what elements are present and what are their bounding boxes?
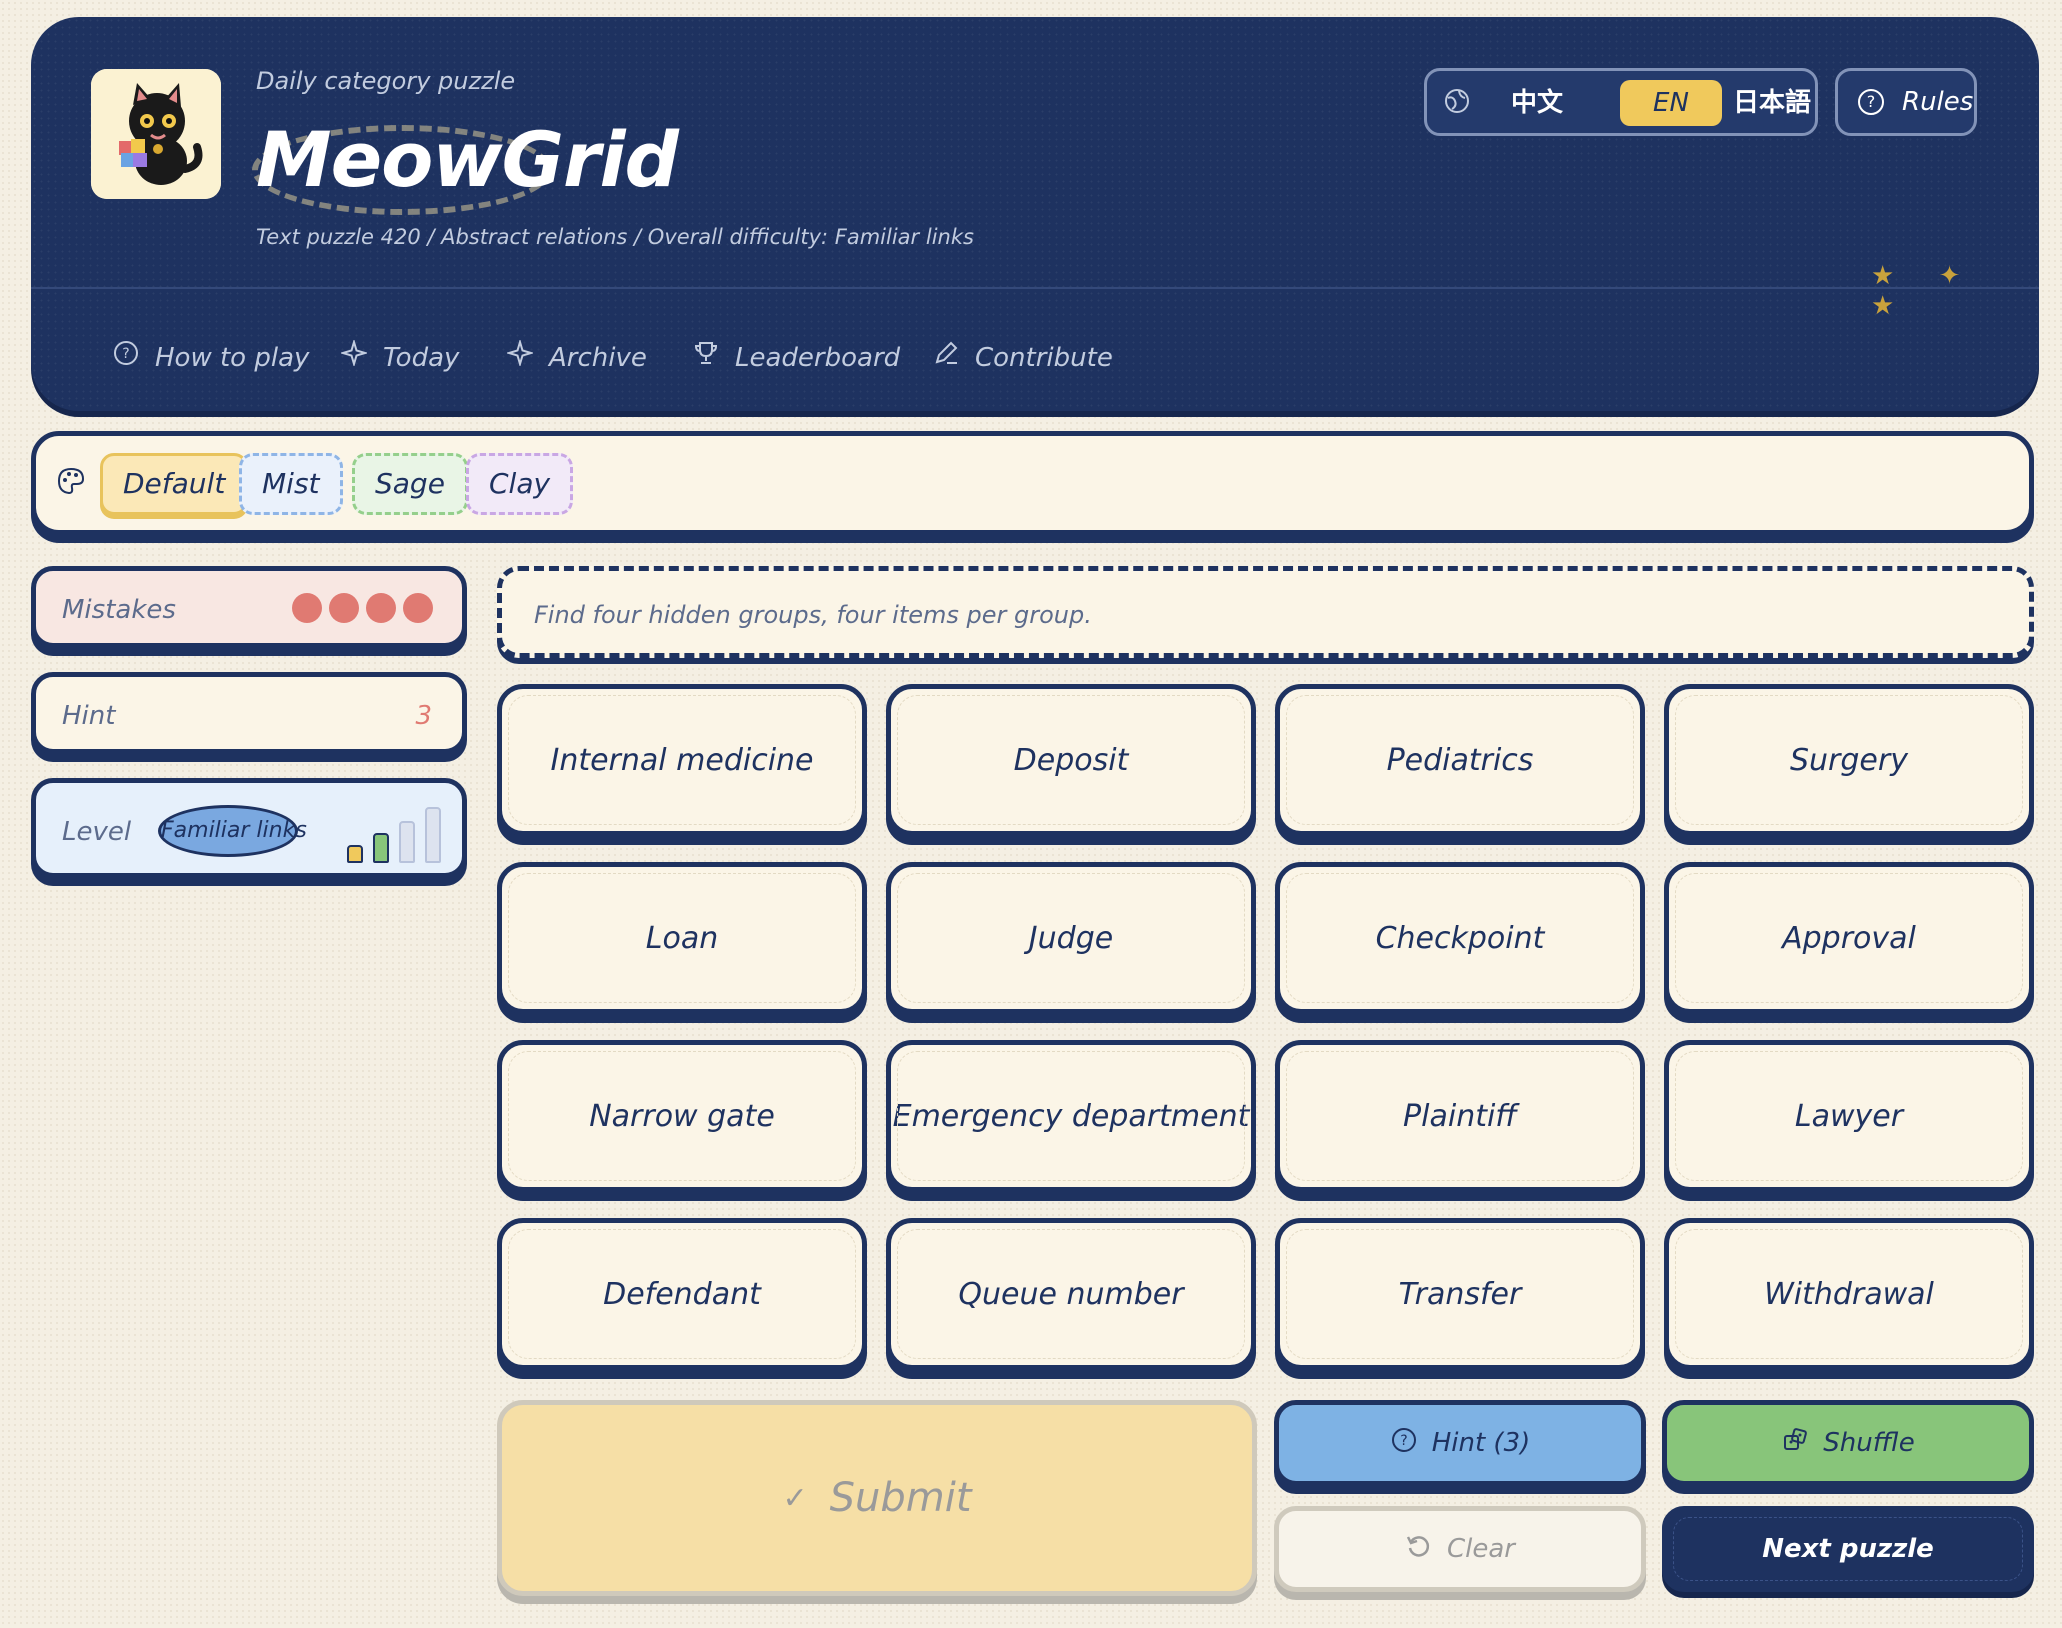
clear-button[interactable]: Clear	[1274, 1506, 1646, 1592]
brand-title: MeowGrid	[256, 115, 679, 204]
nav-today[interactable]: Today	[339, 335, 460, 381]
dice-icon	[1781, 1426, 1809, 1461]
nav-archive[interactable]: Archive	[505, 335, 647, 381]
word-grid: Internal medicine Deposit Pediatrics Sur…	[497, 684, 2034, 1374]
puzzle-subtitle: Text puzzle 420 / Abstract relations / O…	[256, 225, 974, 249]
nav-label: Archive	[549, 343, 647, 373]
cat-logo-icon	[91, 69, 221, 199]
app-header: Daily category puzzle MeowGrid Text puzz…	[31, 17, 2039, 411]
header-top: Daily category puzzle MeowGrid Text puzz…	[31, 17, 2039, 321]
difficulty-bar	[425, 807, 441, 863]
submit-button[interactable]: ✓ Submit	[497, 1400, 1257, 1596]
sparkle-icon	[505, 335, 537, 381]
trophy-icon	[693, 335, 723, 381]
difficulty-bar	[347, 845, 363, 863]
word-tile[interactable]: Plaintiff	[1275, 1040, 1645, 1192]
palette-icon	[56, 466, 86, 504]
nav-how-to-play[interactable]: ? How to play	[113, 335, 309, 381]
word-tile[interactable]: Queue number	[886, 1218, 1256, 1370]
theme-sage[interactable]: Sage	[352, 453, 468, 515]
mistake-dot	[403, 593, 433, 623]
hint-button[interactable]: ? Hint (3)	[1274, 1400, 1646, 1486]
globe-icon	[1443, 87, 1473, 117]
mistakes-label: Mistakes	[62, 595, 176, 625]
help-circle-icon: ?	[113, 335, 143, 381]
help-circle-icon: ?	[1858, 89, 1884, 115]
help-circle-icon: ?	[1390, 1426, 1418, 1461]
word-tile[interactable]: Deposit	[886, 684, 1256, 836]
word-tile[interactable]: Loan	[497, 862, 867, 1014]
word-tile[interactable]: Defendant	[497, 1218, 867, 1370]
hint-panel: Hint 3	[31, 672, 467, 754]
header-kicker: Daily category puzzle	[256, 67, 516, 95]
theme-clay[interactable]: Clay	[466, 453, 574, 515]
shuffle-button[interactable]: Shuffle	[1662, 1400, 2034, 1486]
word-tile[interactable]: Lawyer	[1664, 1040, 2034, 1192]
word-tile[interactable]: Emergency department	[886, 1040, 1256, 1192]
hint-button-label: Hint (3)	[1431, 1428, 1531, 1458]
word-tile[interactable]: Withdrawal	[1664, 1218, 2034, 1370]
hint-count: 3	[415, 701, 432, 731]
instructions-text: Find four hidden groups, four items per …	[534, 601, 1092, 629]
difficulty-bar	[399, 821, 415, 863]
hint-label: Hint	[62, 701, 116, 731]
language-option-zh[interactable]: 中文	[1487, 80, 1587, 126]
level-badge: Familiar links	[158, 805, 307, 857]
word-tile[interactable]: Narrow gate	[497, 1040, 867, 1192]
clear-label: Clear	[1447, 1534, 1515, 1564]
shuffle-label: Shuffle	[1823, 1428, 1915, 1458]
language-option-ja[interactable]: 日本語	[1727, 80, 1817, 126]
mistakes-panel: Mistakes	[31, 566, 467, 648]
word-tile[interactable]: Approval	[1664, 862, 2034, 1014]
rules-button[interactable]: ? Rules	[1835, 68, 1977, 136]
sparkle-icon	[339, 335, 371, 381]
word-tile[interactable]: Judge	[886, 862, 1256, 1014]
nav-label: Contribute	[975, 343, 1113, 373]
difficulty-bar	[373, 833, 389, 863]
language-option-en[interactable]: EN	[1620, 80, 1722, 126]
difficulty-bars-icon	[347, 803, 447, 863]
word-tile[interactable]: Surgery	[1664, 684, 2034, 836]
nav-contribute[interactable]: Contribute	[933, 335, 1113, 381]
mistake-dot	[292, 593, 322, 623]
theme-default[interactable]: Default	[100, 453, 249, 515]
mistakes-dots	[292, 593, 440, 627]
word-tile[interactable]: Internal medicine	[497, 684, 867, 836]
undo-icon	[1405, 1532, 1433, 1567]
instructions-box: Find four hidden groups, four items per …	[497, 566, 2034, 658]
nav-label: Today	[383, 343, 460, 373]
check-icon: ✓	[782, 1480, 808, 1516]
mistake-dot	[329, 593, 359, 623]
svg-text:?: ?	[1400, 1433, 1407, 1449]
level-panel: Level Familiar links	[31, 778, 467, 878]
submit-label: Submit	[829, 1475, 972, 1521]
next-puzzle-label: Next puzzle	[1762, 1534, 1934, 1564]
decorative-stars: ★ ✦ ★	[1871, 261, 1979, 321]
nav-label: Leaderboard	[735, 343, 901, 373]
theme-bar: Default Mist Sage Clay	[31, 431, 2034, 535]
nav-label: How to play	[155, 343, 310, 373]
mistake-dot	[366, 593, 396, 623]
pencil-icon	[933, 335, 963, 381]
word-tile[interactable]: Transfer	[1275, 1218, 1645, 1370]
nav-leaderboard[interactable]: Leaderboard	[693, 335, 900, 381]
level-label: Level	[62, 817, 132, 847]
svg-text:?: ?	[122, 346, 129, 362]
language-switcher: 中文 EN 日本語	[1424, 68, 1818, 136]
next-puzzle-button[interactable]: Next puzzle	[1662, 1506, 2034, 1592]
rules-label: Rules	[1902, 87, 1974, 117]
word-tile[interactable]: Pediatrics	[1275, 684, 1645, 836]
word-tile[interactable]: Checkpoint	[1275, 862, 1645, 1014]
theme-mist[interactable]: Mist	[239, 453, 343, 515]
